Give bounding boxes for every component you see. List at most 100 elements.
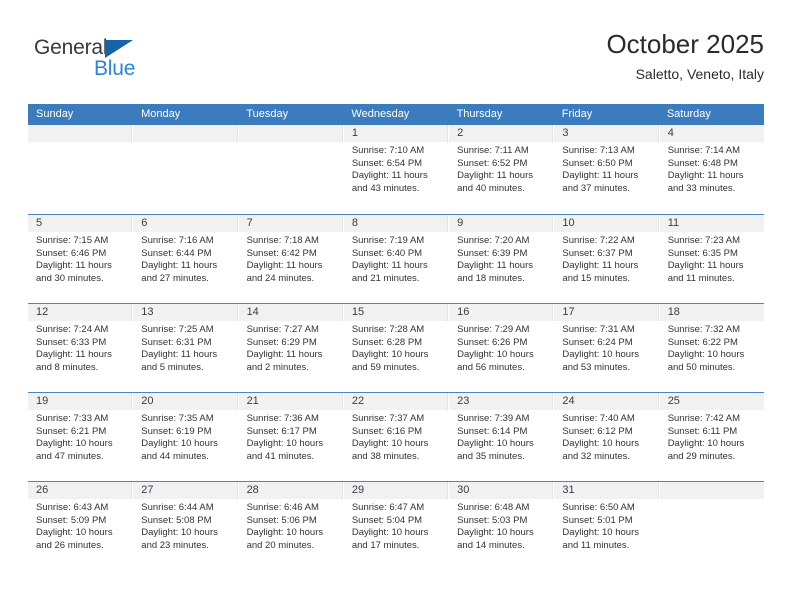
- daylight-text-line2: and 2 minutes.: [246, 361, 309, 373]
- sunrise-text: Sunrise: 7:20 AM: [457, 235, 530, 246]
- sunset-text: Sunset: 6:31 PM: [141, 336, 212, 348]
- sunset-text: Sunset: 6:37 PM: [562, 247, 633, 259]
- day-detail: Sunrise: 7:32 AM Sunset: 6:22 PM Daylight:…: [660, 321, 764, 374]
- day-detail: Sunrise: 6:47 AM Sunset: 5:04 PM Daylight:…: [344, 499, 448, 552]
- day-cell[interactable]: 21 Sunrise: 7:36 AM Sunset: 6:17 PM Dayligh…: [238, 393, 344, 481]
- day-number-strip: 27: [133, 482, 238, 499]
- sunrise-text: Sunrise: 7:13 AM: [562, 145, 635, 156]
- day-cell[interactable]: 10 Sunrise: 7:22 AM Sunset: 6:37 PM Dayligh…: [554, 215, 660, 303]
- day-detail: Sunrise: 7:37 AM Sunset: 6:16 PM Daylight:…: [344, 410, 448, 463]
- sunset-text: Sunset: 5:09 PM: [36, 514, 107, 526]
- weekday-header-tuesday: Tuesday: [246, 108, 289, 120]
- day-cell[interactable]: 2 Sunrise: 7:11 AM Sunset: 6:52 PM Daylight…: [449, 125, 555, 214]
- sunset-text: Sunset: 5:04 PM: [351, 514, 423, 526]
- day-number-strip: 1: [343, 125, 449, 142]
- day-number-strip: 16: [449, 304, 554, 321]
- sunrise-text: Sunrise: 6:43 AM: [36, 502, 109, 513]
- daylight-text-line1: Daylight: 11 hours: [36, 349, 112, 361]
- day-cell[interactable]: 18 Sunrise: 7:32 AM Sunset: 6:22 PM Dayligh…: [659, 304, 764, 392]
- day-cell[interactable]: 31 Sunrise: 6:50 AM Sunset: 5:01 PM Dayligh…: [554, 482, 660, 570]
- weekday-header-sunday: Sunday: [36, 108, 74, 120]
- day-number: 3: [562, 127, 569, 139]
- day-cell[interactable]: 5 Sunrise: 7:15 AM Sunset: 6:46 PM Daylight…: [28, 215, 134, 303]
- daylight-text-line2: and 41 minutes.: [246, 450, 315, 462]
- calendar-week-row: 19 Sunrise: 7:33 AM Sunset: 6:21 PM Dayligh…: [28, 392, 764, 481]
- day-cell[interactable]: 6 Sunrise: 7:16 AM Sunset: 6:44 PM Daylight…: [133, 215, 239, 303]
- daylight-text-line2: and 21 minutes.: [351, 272, 420, 284]
- daylight-text-line2: and 26 minutes.: [36, 539, 104, 551]
- day-number: 9: [457, 217, 464, 229]
- sunset-text: Sunset: 6:52 PM: [457, 157, 528, 169]
- weekday-header-row: Sunday Monday Tuesday Wednesday Thursday Frid…: [28, 104, 764, 125]
- day-cell[interactable]: 12 Sunrise: 7:24 AM Sunset: 6:33 PM Dayligh…: [28, 304, 134, 392]
- day-cell[interactable]: 7 Sunrise: 7:18 AM Sunset: 6:42 PM Daylight…: [238, 215, 344, 303]
- day-cell[interactable]: 19 Sunrise: 7:33 AM Sunset: 6:21 PM Dayligh…: [28, 393, 134, 481]
- day-number-strip: 28: [238, 482, 343, 499]
- day-number-strip: 19: [28, 393, 133, 410]
- day-number-strip: 11: [659, 215, 764, 232]
- day-cell[interactable]: 26 Sunrise: 6:43 AM Sunset: 5:09 PM Dayligh…: [28, 482, 134, 570]
- daylight-text-line2: and 32 minutes.: [562, 450, 631, 462]
- daylight-text-line2: and 17 minutes.: [351, 539, 420, 551]
- day-cell[interactable]: 30 Sunrise: 6:48 AM Sunset: 5:03 PM Dayligh…: [449, 482, 555, 570]
- day-cell[interactable]: 17 Sunrise: 7:31 AM Sunset: 6:24 PM Dayligh…: [554, 304, 660, 392]
- day-cell[interactable]: 25 Sunrise: 7:42 AM Sunset: 6:11 PM Dayligh…: [659, 393, 764, 481]
- daylight-text-line2: and 40 minutes.: [457, 182, 525, 194]
- sunset-text: Sunset: 6:44 PM: [141, 247, 212, 259]
- daylight-text-line1: Daylight: 11 hours: [246, 260, 323, 272]
- day-cell[interactable]: 3 Sunrise: 7:13 AM Sunset: 6:50 PM Daylight…: [554, 125, 660, 214]
- sunrise-text: Sunrise: 7:32 AM: [667, 324, 741, 335]
- page-title: October 2025: [606, 29, 764, 59]
- day-number: 30: [457, 484, 470, 496]
- day-number: 6: [141, 217, 148, 229]
- day-cell[interactable]: 11 Sunrise: 7:23 AM Sunset: 6:35 PM Dayligh…: [659, 215, 764, 303]
- day-number: 16: [457, 306, 470, 318]
- day-cell[interactable]: 4 Sunrise: 7:14 AM Sunset: 6:48 PM Daylight…: [659, 125, 764, 214]
- day-number: 14: [246, 306, 259, 318]
- daylight-text-line2: and 56 minutes.: [457, 361, 525, 373]
- day-number-strip: 18: [659, 304, 764, 321]
- sunrise-text: Sunrise: 7:25 AM: [141, 324, 214, 335]
- day-cell[interactable]: 28 Sunrise: 6:46 AM Sunset: 5:06 PM Dayligh…: [238, 482, 344, 570]
- day-cell[interactable]: 14 Sunrise: 7:27 AM Sunset: 6:29 PM Dayligh…: [238, 304, 344, 392]
- weekday-header-friday: Friday: [561, 108, 593, 120]
- day-number-strip: 2: [449, 125, 554, 142]
- day-detail: Sunrise: 7:31 AM Sunset: 6:24 PM Daylight:…: [554, 321, 658, 374]
- day-number: 19: [36, 395, 49, 407]
- weekday-header-thursday: Thursday: [456, 108, 503, 120]
- day-cell[interactable]: 15 Sunrise: 7:28 AM Sunset: 6:28 PM Dayligh…: [343, 304, 450, 392]
- day-cell[interactable]: 27 Sunrise: 6:44 AM Sunset: 5:08 PM Dayligh…: [133, 482, 239, 570]
- day-cell[interactable]: 8 Sunrise: 7:19 AM Sunset: 6:40 PM Daylight…: [343, 215, 450, 303]
- day-detail: Sunrise: 7:14 AM Sunset: 6:48 PM Daylight:…: [660, 142, 764, 195]
- day-number-strip: 4: [659, 125, 764, 142]
- day-number: 7: [246, 217, 253, 229]
- day-number: 23: [457, 395, 470, 407]
- day-cell[interactable]: 16 Sunrise: 7:29 AM Sunset: 6:26 PM Dayligh…: [449, 304, 555, 392]
- day-number-strip: 26: [28, 482, 133, 499]
- sunrise-text: Sunrise: 7:16 AM: [141, 235, 214, 246]
- day-cell[interactable]: 20 Sunrise: 7:35 AM Sunset: 6:19 PM Dayligh…: [133, 393, 239, 481]
- day-cell[interactable]: 1 Sunrise: 7:10 AM Sunset: 6:54 PM Daylight…: [343, 125, 450, 214]
- day-cell[interactable]: 29 Sunrise: 6:47 AM Sunset: 5:04 PM Dayligh…: [343, 482, 450, 570]
- day-cell[interactable]: 23 Sunrise: 7:39 AM Sunset: 6:14 PM Dayligh…: [449, 393, 555, 481]
- daylight-text-line1: Daylight: 10 hours: [351, 349, 429, 361]
- sunset-text: Sunset: 6:21 PM: [36, 425, 107, 437]
- sunrise-text: Sunrise: 7:42 AM: [667, 413, 741, 424]
- sunrise-text: Sunrise: 7:15 AM: [36, 235, 109, 246]
- day-number: 8: [351, 217, 358, 229]
- day-cell[interactable]: 24 Sunrise: 7:40 AM Sunset: 6:12 PM Dayligh…: [554, 393, 660, 481]
- sunrise-text: Sunrise: 7:35 AM: [141, 413, 214, 424]
- day-number-strip: 8: [343, 215, 449, 232]
- day-cell[interactable]: 9 Sunrise: 7:20 AM Sunset: 6:39 PM Daylight…: [449, 215, 555, 303]
- day-detail: Sunrise: 7:10 AM Sunset: 6:54 PM Daylight:…: [344, 142, 448, 195]
- day-number-strip: [133, 125, 238, 142]
- sunset-text: Sunset: 6:50 PM: [562, 157, 633, 169]
- general-blue-logo[interactable]: General Blue: [34, 36, 184, 86]
- daylight-text-line1: Daylight: 10 hours: [457, 349, 534, 361]
- day-cell[interactable]: 13 Sunrise: 7:25 AM Sunset: 6:31 PM Dayligh…: [133, 304, 239, 392]
- day-cell-empty: [238, 125, 344, 214]
- daylight-text-line2: and 50 minutes.: [667, 361, 736, 373]
- day-cell[interactable]: 22 Sunrise: 7:37 AM Sunset: 6:16 PM Dayligh…: [343, 393, 450, 481]
- daylight-text-line2: and 47 minutes.: [36, 450, 104, 462]
- day-number: 21: [246, 395, 259, 407]
